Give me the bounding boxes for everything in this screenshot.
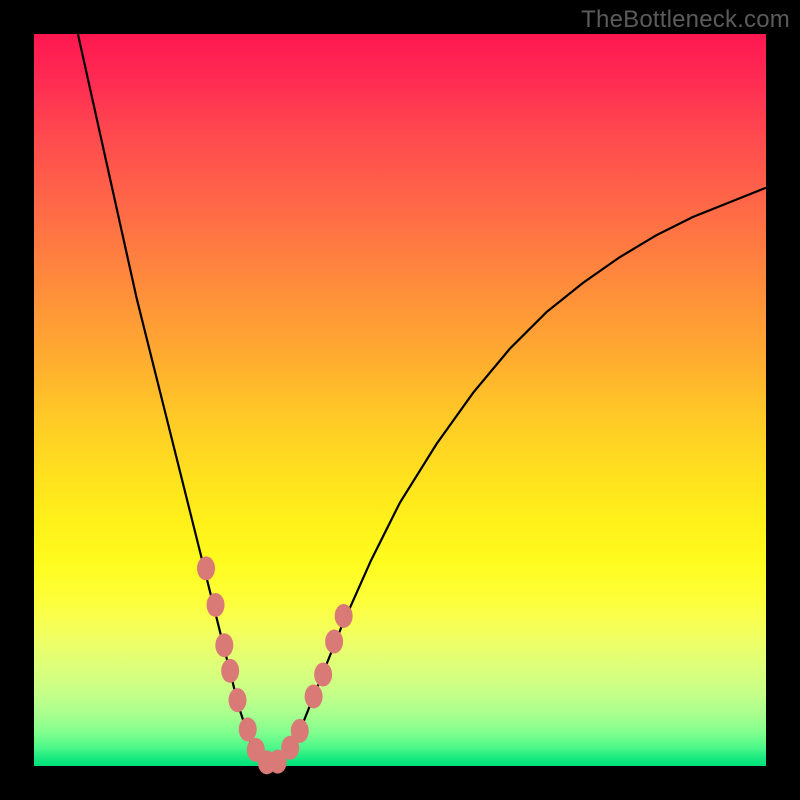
watermark-text: TheBottleneck.com (581, 6, 790, 34)
plot-area (34, 34, 766, 766)
highlight-markers (197, 556, 353, 774)
marker-point (239, 717, 257, 741)
marker-point (197, 556, 215, 580)
marker-point (314, 663, 332, 687)
chart-frame: TheBottleneck.com (0, 0, 800, 800)
marker-point (215, 633, 233, 657)
marker-point (207, 593, 225, 617)
curve-layer (34, 34, 766, 766)
marker-point (221, 659, 239, 683)
marker-point (305, 684, 323, 708)
marker-point (325, 630, 343, 654)
marker-point (229, 688, 247, 712)
marker-point (291, 719, 309, 743)
bottleneck-curve (78, 34, 766, 766)
marker-point (335, 604, 353, 628)
